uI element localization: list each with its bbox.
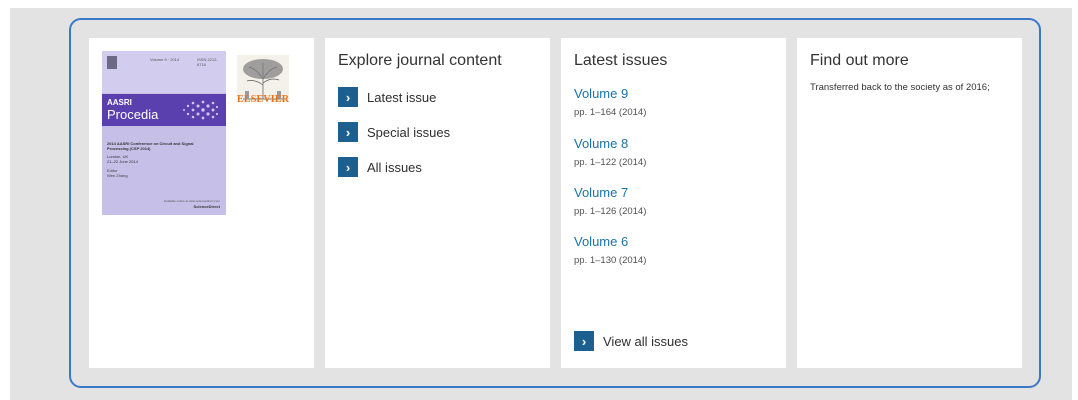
cover-title-procedia: Procedia (107, 107, 159, 122)
volume-link[interactable]: Volume 9 (574, 86, 628, 101)
chevron-right-icon: › (338, 87, 358, 107)
cover-issn-text: ISSN 2212-6716 (197, 57, 218, 67)
special-issues-label: Special issues (367, 124, 451, 140)
latest-issues-card: Latest issues Volume 9 pp. 1–164 (2014) … (561, 38, 786, 368)
find-out-more-title: Find out more (810, 52, 909, 69)
volume-pages: pp. 1–126 (2014) (574, 206, 647, 217)
latest-issue-link[interactable]: › Latest issue (338, 87, 436, 107)
view-all-issues-link[interactable]: › View all issues (574, 331, 688, 351)
cover-editor-name: Wen Zhang (107, 173, 128, 178)
cover-editor: Editor Wen Zhang (107, 168, 128, 178)
find-out-more-card: Find out more Transferred back to the so… (797, 38, 1022, 368)
cover-elsevier-mark-icon (107, 56, 117, 69)
special-issues-link[interactable]: › Special issues (338, 122, 450, 142)
cover-title-aasri: AASRI (107, 98, 132, 107)
chevron-right-icon: › (338, 122, 358, 142)
all-issues-label: All issues (367, 159, 422, 175)
explore-title: Explore journal content (338, 52, 502, 69)
society-transfer-note: Transferred back to the society as of 20… (810, 82, 990, 93)
journal-cover-image[interactable]: Volume 9 · 2014 ISSN 2212-6716 AASRI Pro… (102, 51, 226, 215)
latest-issue-label: Latest issue (367, 89, 437, 105)
journal-cover-card: Volume 9 · 2014 ISSN 2212-6716 AASRI Pro… (89, 38, 314, 368)
chevron-right-icon: › (338, 157, 358, 177)
cover-title-band: AASRI Procedia (102, 94, 226, 126)
volume-link[interactable]: Volume 6 (574, 234, 628, 249)
cover-location-dates: 21–22 June 2014 (107, 159, 138, 164)
volume-pages: pp. 1–122 (2014) (574, 157, 647, 168)
cover-volume-text: Volume 9 · 2014 (150, 57, 180, 62)
volume-link[interactable]: Volume 8 (574, 136, 628, 151)
volume-pages: pp. 1–164 (2014) (574, 107, 647, 118)
all-issues-link[interactable]: › All issues (338, 157, 422, 177)
elsevier-wordmark[interactable]: ELSEVIER (237, 94, 293, 105)
latest-issues-title: Latest issues (574, 52, 668, 69)
volume-link[interactable]: Volume 7 (574, 185, 628, 200)
cover-location: London, UK 21–22 June 2014 (107, 154, 138, 164)
cover-dot-pattern-icon (183, 100, 219, 120)
chevron-right-icon: › (574, 331, 594, 351)
cover-sciencedirect-text: ScienceDirect (193, 204, 220, 209)
cover-conference-text: 2014 AASRI Conference on Circuit and Sig… (107, 141, 194, 151)
view-all-issues-label: View all issues (603, 333, 689, 349)
explore-content-card: Explore journal content › Latest issue ›… (325, 38, 550, 368)
cover-availability-text: Available online at www.sciencedirect.co… (163, 199, 220, 203)
volume-pages: pp. 1–130 (2014) (574, 255, 647, 266)
